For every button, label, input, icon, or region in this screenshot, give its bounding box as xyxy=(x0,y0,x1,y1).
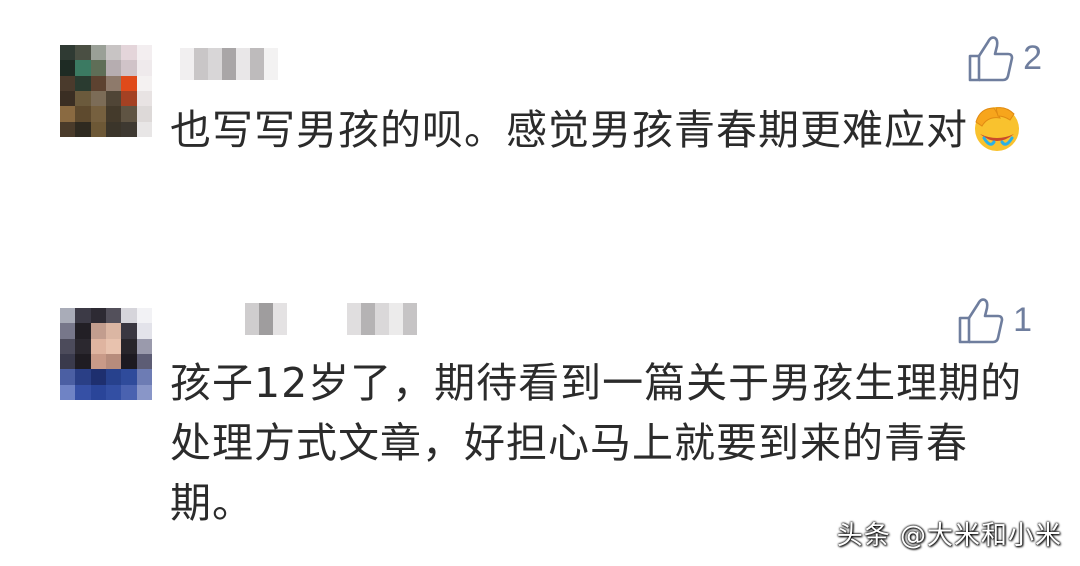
face-with-hand-over-eyes-emoji xyxy=(975,107,1019,151)
like-count: 2 xyxy=(1023,39,1042,77)
comment-text: 孩子12岁了，期待看到一篇关于男孩生理期的处理方式文章，好担心马上就要到来的青春… xyxy=(170,359,1023,527)
nickname[interactable] xyxy=(180,48,278,80)
comment-body: 孩子12岁了，期待看到一篇关于男孩生理期的处理方式文章，好担心马上就要到来的青春… xyxy=(170,353,1040,533)
avatar[interactable] xyxy=(60,308,152,400)
thumbs-up-outline-icon xyxy=(958,298,1004,344)
comment-text: 也写写男孩的呗。感觉男孩青春期更难应对 xyxy=(170,106,968,154)
like-button[interactable]: 2 xyxy=(967,32,1042,84)
comment-body: 也写写男孩的呗。感觉男孩青春期更难应对 xyxy=(170,100,1040,160)
comment-item: 2 也写写男孩的呗。感觉男孩青春期更难应对 xyxy=(0,0,1080,270)
thumbs-up-outline-icon xyxy=(968,36,1014,82)
nickname[interactable] xyxy=(245,303,417,335)
watermark: 头条 @大米和小米 xyxy=(836,521,1062,551)
like-count: 1 xyxy=(1013,301,1032,339)
like-button[interactable]: 1 xyxy=(957,294,1032,346)
avatar[interactable] xyxy=(60,45,152,137)
